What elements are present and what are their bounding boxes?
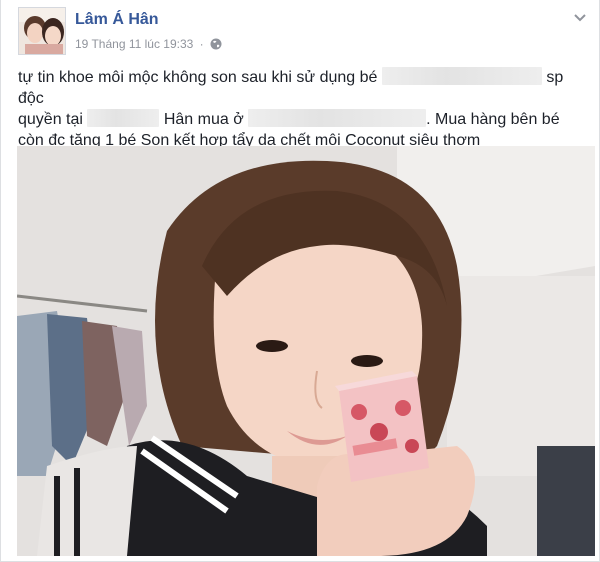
- post-text-line2-a: quyền tại: [18, 111, 83, 128]
- author-name[interactable]: Lâm Á Hân: [75, 11, 159, 29]
- globe-icon[interactable]: [210, 38, 222, 53]
- photo-of-woman-holding-product-box: [17, 146, 595, 556]
- post-text: tự tin khoe môi mộc không son sau khi sử…: [18, 67, 583, 151]
- post-text-line2-b: Hân mua ở: [163, 111, 244, 128]
- post-meta: 19 Tháng 11 lúc 19:33 ·: [75, 37, 222, 53]
- post-timestamp[interactable]: 19 Tháng 11 lúc 19:33: [75, 37, 193, 51]
- meta-separator: ·: [199, 37, 204, 51]
- post-photo[interactable]: [17, 146, 595, 556]
- chevron-down-icon[interactable]: [573, 10, 587, 28]
- author-avatar[interactable]: [18, 7, 66, 55]
- redacted-text: [87, 109, 160, 127]
- post-text-line2-c: . Mua hàng bên bé: [426, 111, 560, 128]
- post-text-line1-a: tự tin khoe môi mộc không son sau khi sử…: [18, 69, 378, 86]
- avatar-image: [19, 8, 65, 54]
- redacted-text: [381, 67, 542, 85]
- post-header: Lâm Á Hân 19 Tháng 11 lúc 19:33 ·: [18, 7, 588, 55]
- facebook-post: Lâm Á Hân 19 Tháng 11 lúc 19:33 · tự tin…: [0, 0, 600, 562]
- redacted-text: [248, 109, 427, 127]
